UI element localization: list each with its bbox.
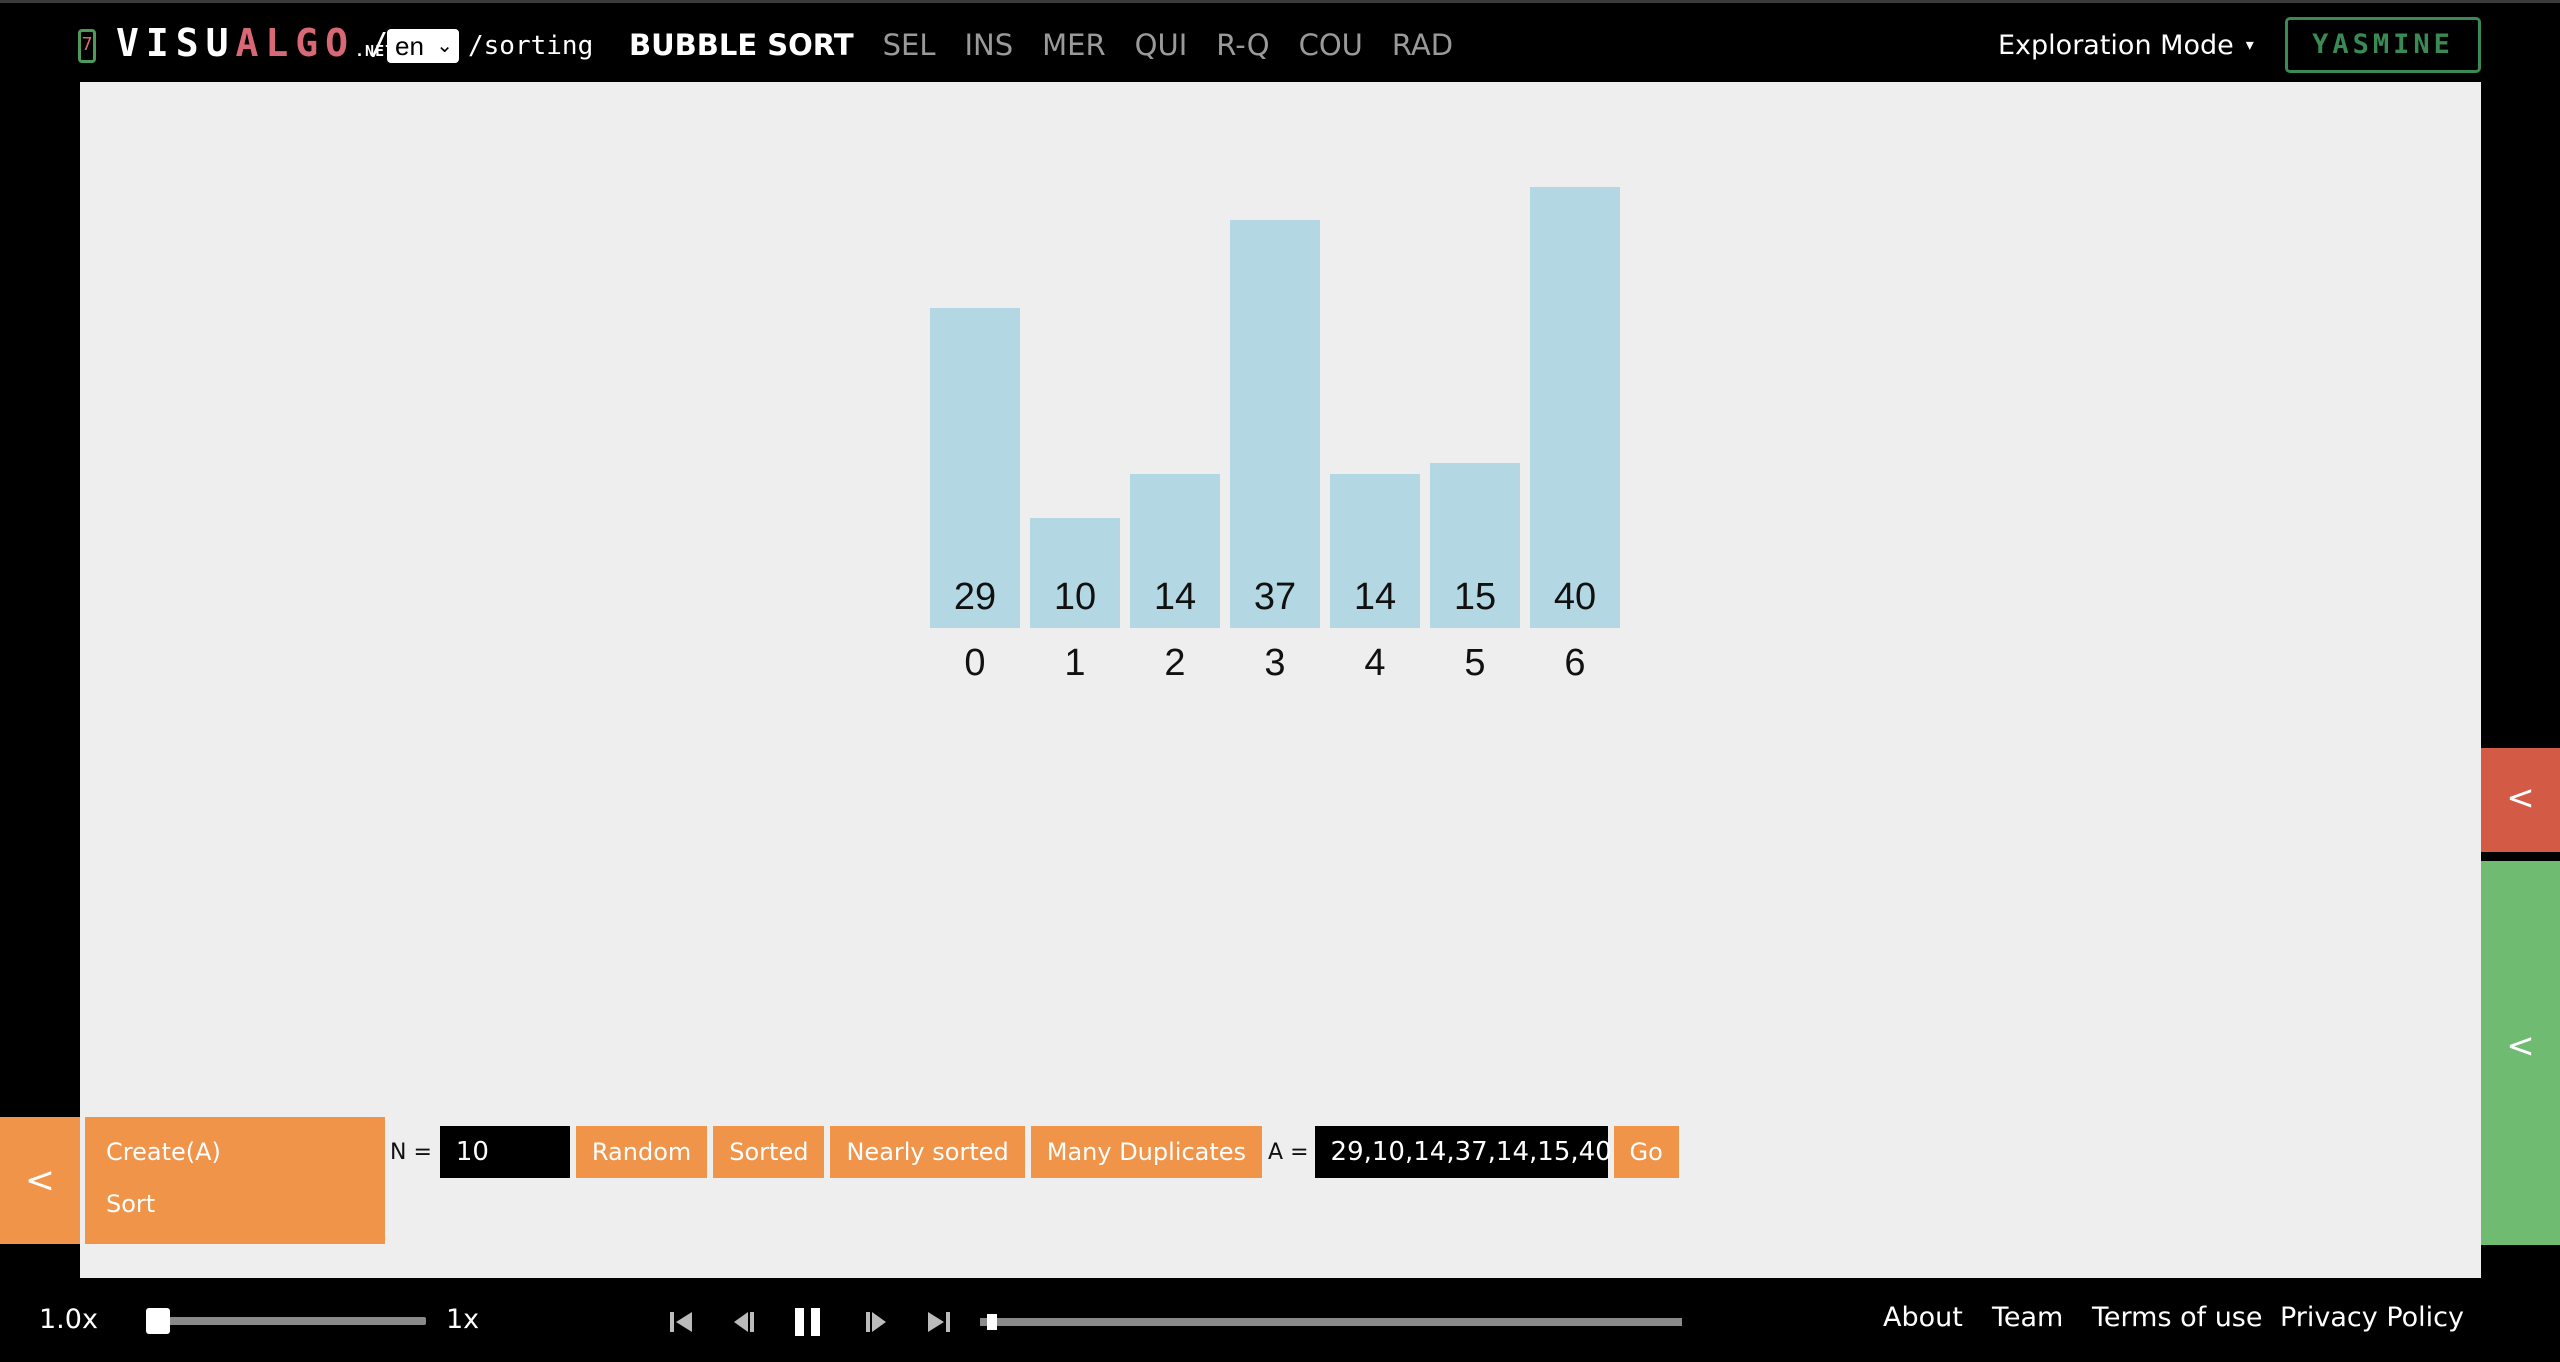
bar	[1230, 220, 1320, 628]
speed-label: 1x	[446, 1304, 480, 1335]
bar-value-label: 29	[953, 576, 997, 618]
language-select[interactable]: en ⌄	[387, 29, 459, 63]
bar-index-label: 4	[1364, 642, 1386, 684]
bar	[1530, 187, 1620, 628]
bar-value-label: 14	[1153, 576, 1197, 618]
chevron-down-icon: ⌄	[436, 35, 453, 57]
go-button[interactable]: Go	[1613, 1126, 1679, 1178]
algorithm-tabs: BUBBLE SORT SEL INS MER QUI R-Q COU RAD	[629, 25, 1482, 65]
bar-index-label: 1	[1064, 642, 1086, 684]
logo-mark-icon[interactable]: 7	[78, 29, 96, 63]
chevron-left-icon: <	[2506, 1026, 2535, 1066]
speed-slider-track[interactable]	[150, 1317, 426, 1325]
bar-value-label: 15	[1453, 576, 1497, 618]
algorithm-tab[interactable]: QUI	[1135, 25, 1188, 65]
logo-text-red: ALGO	[235, 21, 356, 65]
privacy-link[interactable]: Privacy Policy	[2280, 1302, 2464, 1333]
visualization-canvas: 29 0 10 1 14 2 37 3 14 4 15 5 40 6	[80, 82, 2481, 1278]
algorithm-tab[interactable]: COU	[1299, 25, 1363, 65]
bar-index-label: 6	[1564, 642, 1586, 684]
visualgo-logo[interactable]: VISUALGO.NET	[116, 21, 395, 73]
pause-icon[interactable]	[791, 1302, 825, 1342]
team-link[interactable]: Team	[1992, 1302, 2063, 1333]
logo-slash: /	[370, 27, 389, 62]
caret-down-icon: ▾	[2245, 35, 2254, 54]
step-forward-icon[interactable]	[860, 1302, 894, 1342]
skip-to-start-icon[interactable]	[664, 1302, 698, 1342]
language-value: en	[395, 31, 424, 61]
step-back-icon[interactable]	[726, 1302, 760, 1342]
algorithm-tab[interactable]: RAD	[1392, 25, 1453, 65]
status-panel-toggle[interactable]: <	[2481, 748, 2560, 852]
bar-value-label: 10	[1053, 576, 1097, 618]
bar-index-label: 5	[1464, 642, 1486, 684]
create-action-item[interactable]: Create(A)	[106, 1138, 221, 1166]
page-path: /sorting	[468, 31, 594, 61]
chevron-left-icon: <	[2506, 778, 2535, 818]
logo-text-white: VISU	[116, 21, 236, 65]
bar-index-label: 0	[964, 642, 986, 684]
n-label: N =	[390, 1139, 432, 1165]
mode-label: Exploration Mode	[1998, 30, 2234, 61]
speed-value: 1.0x	[39, 1304, 98, 1335]
bar-index-label: 2	[1164, 642, 1186, 684]
array-input[interactable]: 29,10,14,37,14,15,40	[1314, 1126, 1612, 1178]
bar-value-label: 37	[1253, 576, 1297, 618]
algorithm-tab[interactable]: MER	[1042, 25, 1106, 65]
top-navigation-bar: 7 VISUALGO.NET / en ⌄ /sorting BUBBLE SOR…	[0, 0, 2560, 82]
codetrace-panel-toggle[interactable]: <	[2481, 861, 2560, 1245]
action-panel-toggle-button[interactable]: <	[0, 1117, 80, 1244]
random-button[interactable]: Random	[575, 1126, 708, 1178]
bar-value-label: 14	[1353, 576, 1397, 618]
bar-value-label: 40	[1553, 576, 1597, 618]
algorithm-tab[interactable]: SEL	[883, 25, 936, 65]
create-options-row: N = 10 Random Sorted Nearly sorted Many …	[390, 1126, 1679, 1178]
speed-slider-handle[interactable]	[146, 1308, 170, 1334]
nearly-sorted-button[interactable]: Nearly sorted	[830, 1126, 1025, 1178]
skip-to-end-icon[interactable]	[922, 1302, 956, 1342]
user-account-button[interactable]: YASMINE	[2285, 17, 2481, 73]
mode-dropdown[interactable]: Exploration Mode ▾	[1998, 27, 2254, 64]
progress-slider-track[interactable]	[980, 1318, 1682, 1326]
algorithm-tab[interactable]: R-Q	[1216, 25, 1269, 65]
terms-link[interactable]: Terms of use	[2092, 1302, 2263, 1333]
many-duplicates-button[interactable]: Many Duplicates	[1030, 1126, 1263, 1178]
progress-slider-handle[interactable]	[986, 1314, 997, 1330]
about-link[interactable]: About	[1883, 1302, 1963, 1333]
algorithm-tab[interactable]: BUBBLE SORT	[629, 25, 854, 65]
n-input[interactable]: 10	[439, 1126, 570, 1178]
a-label: A =	[1268, 1139, 1309, 1165]
bar-chart: 29 0 10 1 14 2 37 3 14 4 15 5 40 6	[80, 82, 2481, 1278]
bar-index-label: 3	[1264, 642, 1286, 684]
sorted-button[interactable]: Sorted	[713, 1126, 825, 1178]
sort-action-item[interactable]: Sort	[106, 1190, 155, 1218]
algorithm-tab[interactable]: INS	[965, 25, 1014, 65]
playback-bar: 1.0x 1x About Team Terms of use Privacy …	[0, 1278, 2560, 1362]
action-menu: Create(A) Sort	[85, 1117, 385, 1244]
